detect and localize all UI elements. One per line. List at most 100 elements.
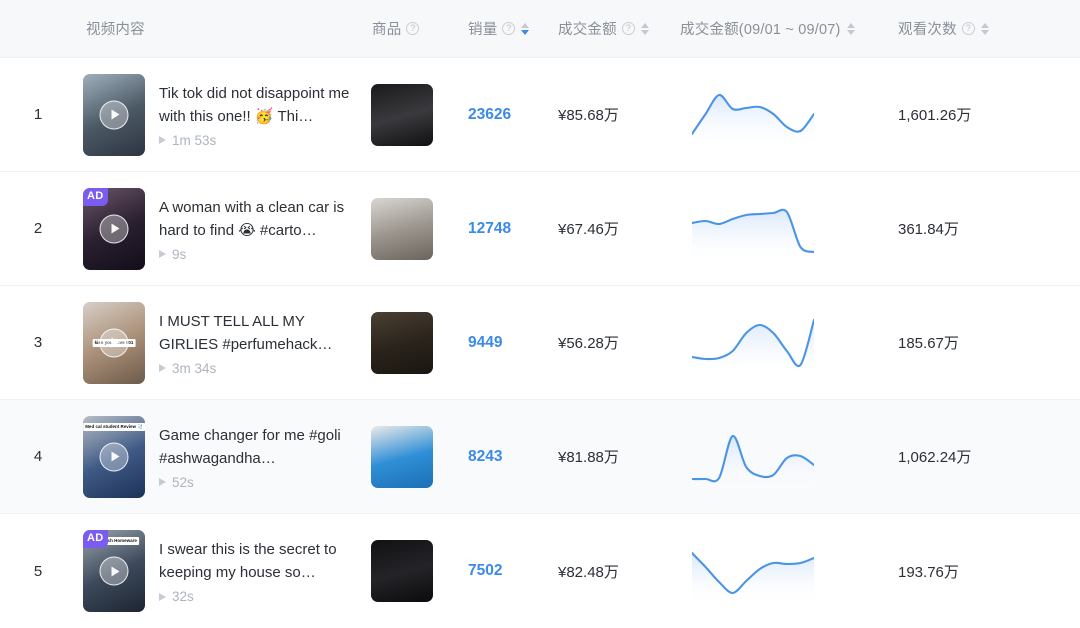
row-rank: 2 xyxy=(33,220,43,237)
video-title[interactable]: I swear this is the secret to keeping my… xyxy=(159,538,355,584)
column-header-sales[interactable]: 销量 ? xyxy=(468,18,558,39)
sales-value[interactable]: 12748 xyxy=(468,220,558,238)
gmv-range-cell xyxy=(680,312,898,374)
sort-asc-icon[interactable] xyxy=(980,22,989,28)
sales-value[interactable]: 8243 xyxy=(468,448,558,466)
video-duration: 9s xyxy=(159,247,355,262)
video-duration-label: 32s xyxy=(172,589,194,604)
help-icon[interactable]: ? xyxy=(621,22,635,35)
gmv-range-cell xyxy=(680,198,898,260)
table-row[interactable]: 1 Tik tok did not disappoint me with this… xyxy=(0,58,1080,172)
video-ranking-table: 视频内容 商品 ? 销量 ? 成交金额 ? 成交金额(09/01 ~ 09/07… xyxy=(0,0,1080,628)
sort-asc-icon[interactable] xyxy=(846,22,855,28)
column-header-views[interactable]: 观看次数 ? xyxy=(898,18,1080,39)
gmv-range-cell xyxy=(680,84,898,146)
video-duration-label: 1m 53s xyxy=(172,132,217,148)
help-icon[interactable]: ? xyxy=(502,22,516,35)
play-icon[interactable] xyxy=(99,556,129,586)
column-header-gmv[interactable]: 成交金额 ? xyxy=(558,18,680,39)
ad-badge: AD xyxy=(83,530,108,548)
product-cell[interactable] xyxy=(364,425,468,488)
video-cell[interactable]: Med cal student Review 🩺 Game changer for… xyxy=(76,415,364,498)
video-thumbnail[interactable] xyxy=(83,73,145,156)
gmv-range-cell xyxy=(680,426,898,488)
row-rank: 4 xyxy=(33,448,43,465)
sales-value[interactable]: 23626 xyxy=(468,106,558,124)
sort-toggle-views[interactable] xyxy=(980,22,989,35)
table-row[interactable]: 5 Mrs Hinch Homeware AD I swear this is the… xyxy=(0,514,1080,628)
sort-desc-icon[interactable] xyxy=(980,29,989,35)
video-cell[interactable]: Tik tok did not disappoint me with this … xyxy=(76,73,364,156)
product-thumbnail[interactable] xyxy=(371,311,433,374)
column-header-product: 商品 ? xyxy=(364,18,468,39)
product-thumbnail-image xyxy=(371,425,433,488)
video-thumbnail[interactable]: Mrs Hinch Homeware AD xyxy=(83,530,145,612)
help-icon[interactable]: ? xyxy=(406,22,420,35)
video-title[interactable]: Game changer for me #goli #ashwagandha… xyxy=(159,424,355,470)
product-thumbnail[interactable] xyxy=(371,83,433,146)
video-thumbnail[interactable]: Med cal student Review 🩺 xyxy=(83,415,145,498)
product-thumbnail[interactable] xyxy=(371,540,433,602)
sparkline-chart xyxy=(692,426,814,488)
play-triangle-icon xyxy=(159,364,166,372)
ad-badge: AD xyxy=(83,187,108,206)
video-meta: I swear this is the secret to keeping my… xyxy=(159,538,355,604)
product-cell[interactable] xyxy=(364,540,468,602)
sort-desc-icon[interactable] xyxy=(640,29,649,35)
video-title[interactable]: A woman with a clean car is hard to find… xyxy=(159,196,355,242)
play-icon[interactable] xyxy=(99,214,129,243)
views-value: 1,062.24万 xyxy=(898,449,972,466)
table-row[interactable]: 4 Med cal student Review 🩺 Game changer fo… xyxy=(0,400,1080,514)
sales-value[interactable]: 7502 xyxy=(468,562,558,580)
play-triangle-icon xyxy=(159,592,166,601)
video-meta: A woman with a clean car is hard to find… xyxy=(159,196,355,262)
video-meta: I MUST TELL ALL MY GIRLIES #perfumehack…… xyxy=(159,310,355,376)
column-header-video: 视频内容 xyxy=(76,18,364,39)
video-cell[interactable]: Mrs Hinch Homeware AD I swear this is the … xyxy=(76,530,364,612)
play-icon[interactable] xyxy=(99,100,129,129)
play-triangle-icon xyxy=(159,136,166,144)
video-title[interactable]: Tik tok did not disappoint me with this … xyxy=(159,82,355,128)
product-thumbnail-image xyxy=(371,311,433,374)
sort-desc-icon[interactable] xyxy=(521,29,530,35)
video-duration: 1m 53s xyxy=(159,133,355,148)
play-icon[interactable] xyxy=(99,442,129,471)
help-icon[interactable]: ? xyxy=(961,22,975,35)
sort-desc-icon[interactable] xyxy=(846,29,855,35)
video-title[interactable]: I MUST TELL ALL MY GIRLIES #perfumehack… xyxy=(159,310,355,356)
product-thumbnail-image xyxy=(371,540,433,602)
play-triangle-icon xyxy=(159,250,166,258)
video-duration: 52s xyxy=(159,475,355,490)
video-duration-label: 3m 34s xyxy=(172,360,217,376)
play-icon[interactable] xyxy=(99,328,129,357)
video-thumbnail[interactable]: kiss your love #01 xyxy=(83,301,145,384)
sort-toggle-sales[interactable] xyxy=(521,22,530,35)
row-rank: 3 xyxy=(33,334,43,351)
product-cell[interactable] xyxy=(364,197,468,260)
sort-asc-icon[interactable] xyxy=(521,22,530,28)
sort-asc-icon[interactable] xyxy=(640,22,649,28)
row-rank: 1 xyxy=(33,106,43,123)
product-cell[interactable] xyxy=(364,311,468,374)
video-thumbnail[interactable]: AD xyxy=(83,187,145,270)
gmv-value: ¥81.88万 xyxy=(558,449,619,466)
sales-value[interactable]: 9449 xyxy=(468,334,558,352)
column-header-views-label: 观看次数 xyxy=(898,22,957,38)
sort-toggle-gmv-range[interactable] xyxy=(846,22,855,35)
product-thumbnail[interactable] xyxy=(371,197,433,260)
sparkline-chart xyxy=(692,540,814,602)
gmv-value: ¥82.48万 xyxy=(558,563,619,581)
video-cell[interactable]: kiss your love #01 I MUST TELL ALL MY GIR… xyxy=(76,301,364,384)
video-cell[interactable]: AD A woman with a clean car is hard to fi… xyxy=(76,187,364,270)
column-header-gmv-range[interactable]: 成交金额(09/01 ~ 09/07) xyxy=(680,18,898,39)
views-value: 1,601.26万 xyxy=(898,107,972,124)
sort-toggle-gmv[interactable] xyxy=(640,22,649,35)
product-thumbnail[interactable] xyxy=(371,425,433,488)
table-row[interactable]: 2 AD A woman with a clean car is hard to f… xyxy=(0,172,1080,286)
product-cell[interactable] xyxy=(364,83,468,146)
video-duration-label: 52s xyxy=(172,474,194,490)
column-header-video-label: 视频内容 xyxy=(86,22,145,38)
gmv-value: ¥67.46万 xyxy=(558,221,619,238)
table-header-row: 视频内容 商品 ? 销量 ? 成交金额 ? 成交金额(09/01 ~ 09/07… xyxy=(0,0,1080,58)
table-row[interactable]: 3 kiss your love #01 I MUST TELL ALL MY GI… xyxy=(0,286,1080,400)
